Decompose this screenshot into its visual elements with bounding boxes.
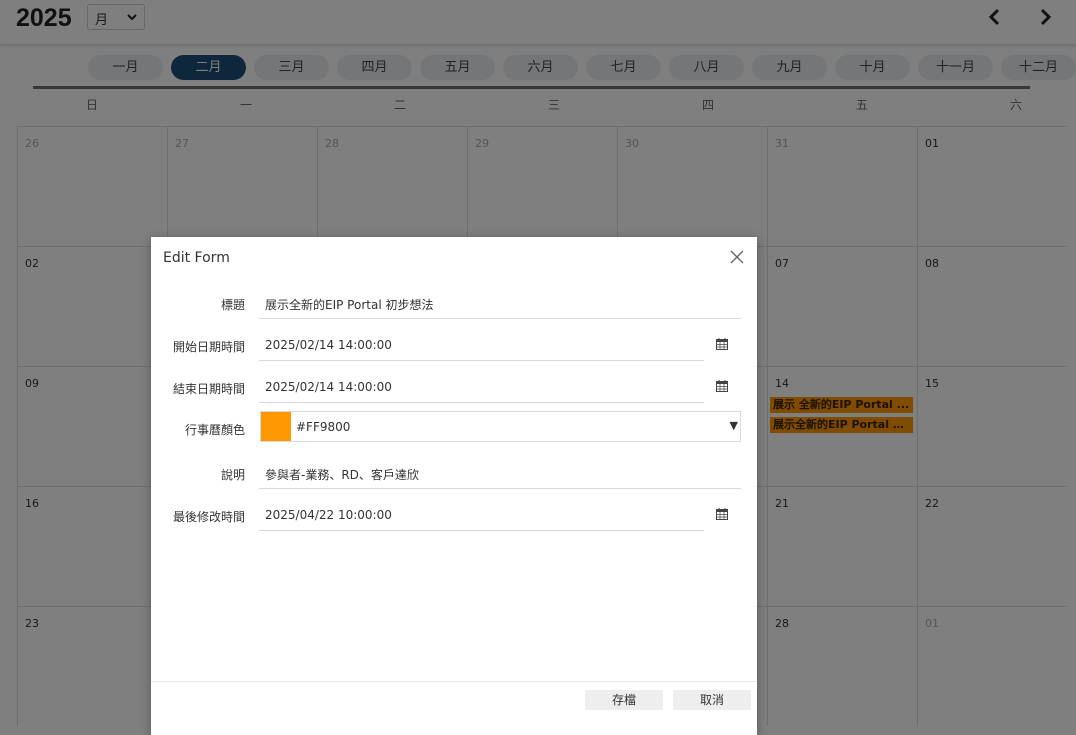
color-select[interactable]: #FF9800 ▼ (260, 411, 741, 442)
color-swatch (261, 412, 291, 441)
start-row: 開始日期時間 2025/02/14 14:00:00 (151, 329, 757, 365)
calendar-icon[interactable] (716, 338, 728, 350)
modified-datetime-input[interactable]: 2025/04/22 10:00:00 (259, 499, 704, 531)
color-value: #FF9800 (296, 420, 351, 434)
end-label: 結束日期時間 (172, 382, 245, 396)
dialog-footer-divider (151, 681, 757, 682)
caret-down-icon: ▼ (729, 419, 738, 432)
save-button[interactable]: 存檔 (585, 690, 663, 710)
close-icon[interactable] (729, 249, 745, 265)
description-label: 說明 (220, 468, 245, 482)
color-row: 行事曆顏色 #FF9800 ▼ (151, 411, 757, 447)
end-datetime-input[interactable]: 2025/02/14 14:00:00 (259, 371, 704, 403)
modified-row: 最後修改時間 2025/04/22 10:00:00 (151, 499, 757, 535)
end-row: 結束日期時間 2025/02/14 14:00:00 (151, 371, 757, 407)
calendar-icon[interactable] (716, 508, 728, 520)
color-label: 行事曆顏色 (184, 423, 245, 437)
start-datetime-input[interactable]: 2025/02/14 14:00:00 (259, 329, 704, 361)
description-input[interactable]: 參與者-業務、RD、客戶達欣 (259, 457, 741, 489)
title-label: 標題 (220, 298, 245, 312)
start-label: 開始日期時間 (172, 340, 245, 354)
dialog-title: Edit Form (163, 250, 230, 266)
description-row: 說明 參與者-業務、RD、客戶達欣 (151, 457, 757, 493)
modified-label: 最後修改時間 (172, 510, 245, 524)
edit-form-dialog: Edit Form 標題 展示全新的EIP Portal 初步想法 開始日期時間… (151, 237, 757, 735)
title-row: 標題 展示全新的EIP Portal 初步想法 (151, 287, 757, 323)
calendar-icon[interactable] (716, 380, 728, 392)
cancel-button[interactable]: 取消 (673, 690, 751, 710)
title-input[interactable]: 展示全新的EIP Portal 初步想法 (259, 287, 741, 319)
